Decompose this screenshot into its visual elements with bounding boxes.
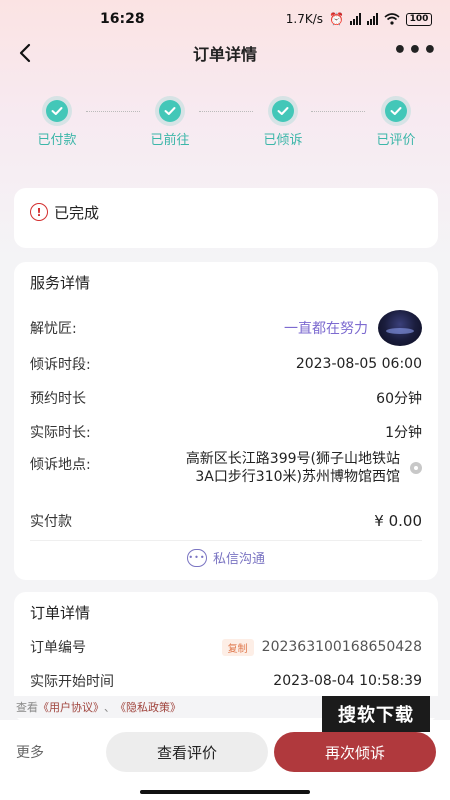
address-label: 倾诉地点:: [30, 457, 91, 473]
order-number-label: 订单编号: [30, 640, 86, 656]
helper-label: 解忧匠:: [30, 321, 77, 337]
alarm-icon: ⏰: [329, 12, 344, 26]
more-button[interactable]: 更多: [16, 742, 44, 762]
signal-icon-2: [367, 13, 378, 25]
confide-again-button[interactable]: 再次倾诉: [274, 732, 436, 772]
step-confided: 已倾诉: [248, 100, 318, 148]
step-connector: [311, 111, 365, 112]
order-status-card: ! 已完成: [14, 188, 438, 248]
alert-circle-icon: !: [30, 203, 48, 221]
check-icon: [46, 100, 68, 122]
address-row: 倾诉地点: 高新区长江路399号(狮子山地铁站 3A口步行310米)苏州博物馆西…: [30, 450, 422, 486]
step-paid: 已付款: [22, 100, 92, 148]
status-time: 16:28: [100, 11, 145, 27]
period-label: 倾诉时段:: [30, 357, 91, 373]
step-connector: [86, 111, 140, 112]
booked-row: 预约时长 60分钟: [30, 388, 422, 408]
order-number-row: 订单编号 复制 202363100168650428: [30, 636, 422, 658]
copy-button[interactable]: 复制: [221, 638, 254, 656]
page-title: 订单详情: [192, 45, 257, 64]
start-time-row: 实际开始时间 2023-08-04 10:58:39: [30, 670, 422, 692]
privacy-policy-link[interactable]: 《隐私政策》: [115, 699, 181, 715]
user-agreement-link[interactable]: 《用户协议》: [38, 699, 104, 715]
home-indicator[interactable]: [140, 790, 310, 794]
helper-info[interactable]: 一直都在努力: [284, 310, 422, 346]
helper-row: 解忧匠: 一直都在努力: [30, 308, 422, 348]
status-bar: 16:28 1.7K/s ⏰ 100: [0, 0, 450, 38]
wifi-icon: [384, 13, 400, 25]
order-status-text: 已完成: [54, 204, 100, 222]
back-arrow-icon[interactable]: [14, 40, 38, 66]
agreement-separator: 、: [104, 701, 115, 714]
paid-label: 实付款: [30, 514, 72, 530]
period-value: 2023-08-05 06:00: [295, 356, 422, 372]
chat-bubble-icon: •••: [186, 548, 207, 567]
start-time-label: 实际开始时间: [30, 674, 114, 690]
bottom-action-bar: 更多 查看评价 再次倾诉: [0, 720, 450, 800]
service-detail-card: 服务详情 解忧匠: 一直都在努力 倾诉时段: 2023-08-05 06:00 …: [14, 262, 438, 580]
nav-bar: 订单详情 •••: [0, 36, 450, 70]
agreement-prefix: 查看: [16, 701, 38, 714]
status-icons: 1.7K/s ⏰ 100: [286, 12, 432, 26]
section-title: 服务详情: [30, 274, 91, 292]
paid-row: 实付款 ¥ 0.00: [30, 510, 422, 532]
booked-label: 预约时长: [30, 391, 86, 407]
chat-label: 私信沟通: [212, 552, 265, 567]
address-line: 3A口步行310米)苏州博物馆西馆: [195, 469, 400, 485]
address-value[interactable]: 高新区长江路399号(狮子山地铁站 3A口步行310米)苏州博物馆西馆: [186, 450, 422, 486]
network-speed: 1.7K/s: [285, 12, 324, 26]
step-reviewed: 已评价: [361, 100, 431, 148]
step-label: 已付款: [37, 133, 77, 148]
battery-icon: 100: [406, 12, 432, 26]
actual-label: 实际时长:: [30, 425, 91, 441]
actual-value: 1分钟: [385, 425, 422, 441]
paid-amount: ¥ 0.00: [374, 512, 422, 530]
check-icon: [385, 100, 407, 122]
check-icon: [159, 100, 181, 122]
actual-row: 实际时长: 1分钟: [30, 422, 422, 442]
view-review-button[interactable]: 查看评价: [106, 732, 268, 772]
order-number-info: 复制 202363100168650428: [221, 638, 422, 656]
divider: [30, 540, 422, 541]
check-icon: [272, 100, 294, 122]
step-label: 已倾诉: [263, 133, 303, 148]
progress-steps: 已付款 已前往 已倾诉 已评价: [0, 100, 450, 150]
watermark: 搜软下载: [322, 696, 430, 732]
step-arrived: 已前往: [135, 100, 205, 148]
order-number-value: 202363100168650428: [261, 639, 422, 655]
step-connector: [199, 111, 253, 112]
helper-name[interactable]: 一直都在努力: [284, 318, 368, 338]
location-pin-icon[interactable]: [410, 462, 422, 474]
start-time-value: 2023-08-04 10:58:39: [273, 673, 422, 689]
step-label: 已评价: [376, 133, 416, 148]
private-chat-button[interactable]: ••• 私信沟通: [14, 548, 438, 567]
avatar[interactable]: [378, 310, 422, 346]
period-row: 倾诉时段: 2023-08-05 06:00: [30, 354, 422, 374]
step-label: 已前往: [150, 133, 190, 148]
address-line: 高新区长江路399号(狮子山地铁站: [185, 451, 400, 467]
booked-value: 60分钟: [376, 391, 422, 407]
section-title: 订单详情: [30, 604, 91, 622]
more-options-icon[interactable]: •••: [393, 40, 438, 62]
signal-icon: [350, 13, 361, 25]
